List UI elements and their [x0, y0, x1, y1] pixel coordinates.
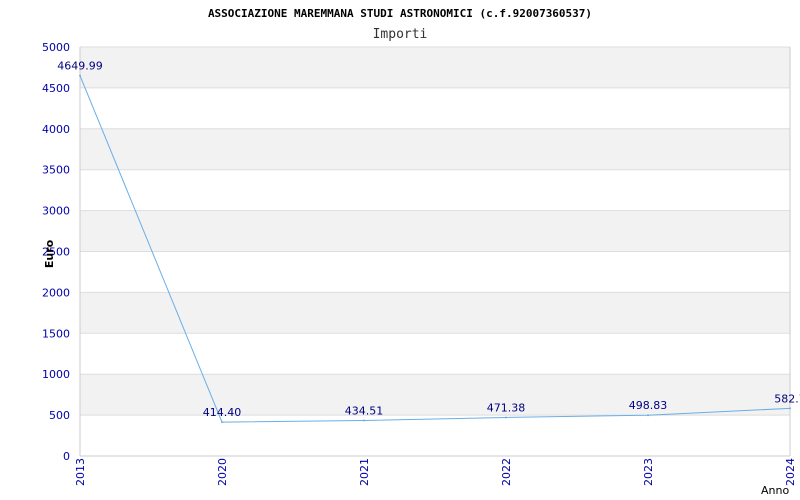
chart-subtitle: Importi	[373, 27, 428, 42]
x-tick-label: 2022	[500, 458, 513, 486]
y-tick-label: 3000	[42, 205, 70, 218]
plot-background	[80, 47, 790, 416]
y-tick-label: 500	[49, 409, 70, 422]
grid-band	[80, 292, 790, 334]
x-tick-label: 2024	[784, 458, 797, 486]
data-label: 582.7	[774, 392, 800, 405]
y-tick-label: 0	[63, 450, 70, 463]
grid-band	[80, 47, 790, 88]
y-tick-label: 5000	[42, 41, 70, 54]
chart-title: ASSOCIAZIONE MAREMMANA STUDI ASTRONOMICI…	[208, 7, 592, 20]
x-tick-label: 2013	[74, 458, 87, 486]
data-point	[647, 414, 649, 417]
data-point	[79, 74, 81, 77]
y-tick-label: 4500	[42, 82, 70, 95]
data-point	[505, 416, 507, 419]
data-point	[789, 407, 791, 410]
y-tick-label: 3500	[42, 164, 70, 177]
data-point	[221, 421, 223, 424]
grid-band	[80, 210, 790, 252]
data-label: 414.40	[203, 406, 242, 419]
x-tick-label: 2023	[642, 458, 655, 486]
data-label: 4649.99	[57, 60, 103, 73]
y-tick-label: 4000	[42, 123, 70, 136]
data-label: 471.38	[487, 401, 526, 414]
y-tick-label: 1000	[42, 368, 70, 381]
x-tick-labels: 2013 2020 2021 2022 2023 2024	[74, 458, 797, 486]
grid-band	[80, 128, 790, 170]
data-label: 434.51	[345, 404, 384, 417]
y-tick-label: 1500	[42, 327, 70, 340]
y-axis-label: Euro	[43, 239, 56, 268]
x-tick-label: 2021	[358, 458, 371, 486]
data-point	[363, 419, 365, 422]
line-chart: 0500100015002000250030003500400045005000…	[42, 7, 800, 497]
y-tick-label: 2000	[42, 286, 70, 299]
grid-band	[80, 374, 790, 416]
x-tick-label: 2020	[216, 458, 229, 486]
x-axis-label: Anno	[761, 484, 789, 497]
data-label: 498.83	[629, 399, 668, 412]
